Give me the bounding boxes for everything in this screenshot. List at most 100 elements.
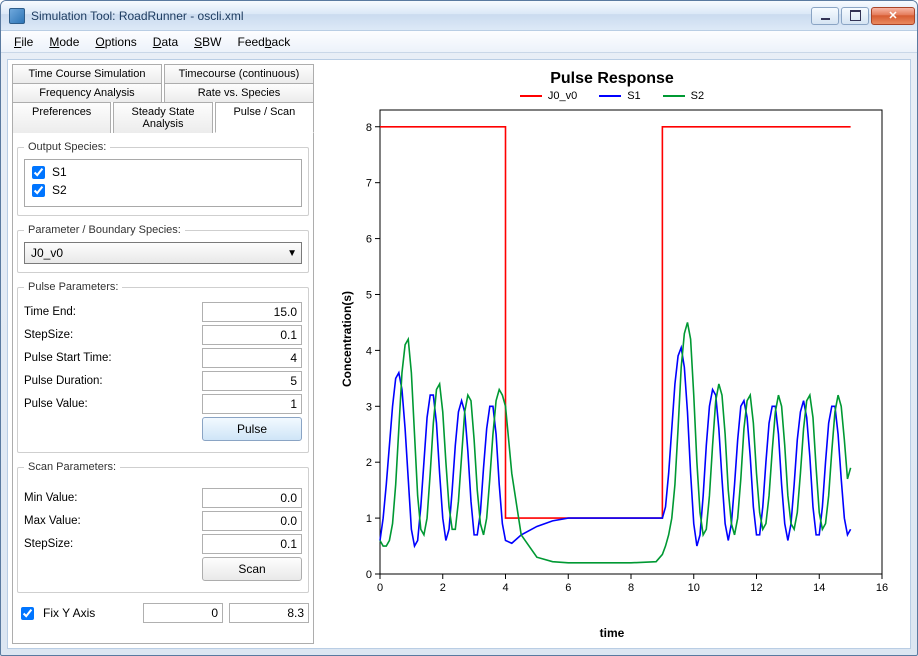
legend-item: S1 xyxy=(599,90,640,102)
minimize-button[interactable] xyxy=(811,7,839,25)
pulse-scan-panel: Output Species: S1 S2 Parameter / Bound xyxy=(12,133,314,644)
tab-row-3: Preferences Steady State Analysis Pulse … xyxy=(12,102,314,133)
fix-y-axis-row: Fix Y Axis xyxy=(17,603,309,623)
species-s1-label: S1 xyxy=(52,165,67,179)
fix-y-max-input[interactable] xyxy=(229,603,309,623)
x-axis-label: time xyxy=(320,626,904,640)
menu-data[interactable]: Data xyxy=(146,33,185,51)
scan-button[interactable]: Scan xyxy=(202,557,302,581)
species-s2-checkbox[interactable] xyxy=(32,184,45,197)
legend-label: J0_v0 xyxy=(548,90,577,102)
output-species-group: Output Species: S1 S2 xyxy=(17,141,309,216)
scan-step-input[interactable] xyxy=(202,534,302,554)
scan-params-legend: Scan Parameters: xyxy=(24,461,120,473)
param-boundary-value: J0_v0 xyxy=(31,246,63,260)
menu-file[interactable]: File xyxy=(7,33,40,51)
svg-text:6: 6 xyxy=(366,234,372,246)
plot-area: 0246810121416012345678 Concentration(s) xyxy=(332,104,892,624)
stepsize-label: StepSize: xyxy=(24,329,73,341)
chart-title: Pulse Response xyxy=(320,70,904,88)
svg-text:8: 8 xyxy=(366,122,372,134)
pulse-value-label: Pulse Value: xyxy=(24,398,88,410)
svg-text:0: 0 xyxy=(377,582,383,594)
min-value-label: Min Value: xyxy=(24,492,77,504)
species-s1-row[interactable]: S1 xyxy=(28,163,298,181)
fix-y-checkbox[interactable] xyxy=(21,607,34,620)
max-value-label: Max Value: xyxy=(24,515,81,527)
scan-button-label: Scan xyxy=(238,562,265,576)
app-window: Simulation Tool: RoadRunner - oscli.xml … xyxy=(0,0,918,656)
menu-feedback[interactable]: Feedback xyxy=(230,33,297,51)
tab-row-1: Time Course Simulation Timecourse (conti… xyxy=(12,64,314,83)
pulse-params-group: Pulse Parameters: Time End: StepSize: Pu… xyxy=(17,281,309,453)
legend-item: S2 xyxy=(663,90,704,102)
stepsize-input[interactable] xyxy=(202,325,302,345)
svg-text:7: 7 xyxy=(366,178,372,190)
menu-sbw[interactable]: SBW xyxy=(187,33,228,51)
species-s2-row[interactable]: S2 xyxy=(28,181,298,199)
scan-step-label: StepSize: xyxy=(24,538,73,550)
svg-text:6: 6 xyxy=(565,582,571,594)
pulse-duration-input[interactable] xyxy=(202,371,302,391)
species-s1-checkbox[interactable] xyxy=(32,166,45,179)
species-s2-label: S2 xyxy=(52,183,67,197)
svg-text:3: 3 xyxy=(366,401,372,413)
legend-label: S1 xyxy=(627,90,640,102)
output-species-list[interactable]: S1 S2 xyxy=(24,159,302,207)
pulse-button[interactable]: Pulse xyxy=(202,417,302,441)
svg-text:10: 10 xyxy=(688,582,700,594)
tab-steady-state[interactable]: Steady State Analysis xyxy=(113,102,212,133)
time-end-input[interactable] xyxy=(202,302,302,322)
svg-text:4: 4 xyxy=(502,582,508,594)
min-value-input[interactable] xyxy=(202,488,302,508)
svg-text:2: 2 xyxy=(440,582,446,594)
legend-swatch xyxy=(663,95,685,97)
max-value-input[interactable] xyxy=(202,511,302,531)
app-icon xyxy=(9,8,25,24)
svg-text:2: 2 xyxy=(366,457,372,469)
tab-pulse-scan[interactable]: Pulse / Scan xyxy=(215,102,314,133)
tab-timecourse-cont[interactable]: Timecourse (continuous) xyxy=(164,64,314,83)
maximize-button[interactable] xyxy=(841,7,869,25)
legend-swatch xyxy=(599,95,621,97)
svg-text:16: 16 xyxy=(876,582,888,594)
client-area: Time Course Simulation Timecourse (conti… xyxy=(7,59,911,649)
pulse-params-legend: Pulse Parameters: xyxy=(24,281,122,293)
time-end-label: Time End: xyxy=(24,306,76,318)
pulse-duration-label: Pulse Duration: xyxy=(24,375,103,387)
tab-preferences[interactable]: Preferences xyxy=(12,102,111,133)
legend-item: J0_v0 xyxy=(520,90,577,102)
pulse-button-label: Pulse xyxy=(237,422,267,436)
close-button[interactable] xyxy=(871,7,915,25)
tab-time-course[interactable]: Time Course Simulation xyxy=(12,64,162,83)
chart-panel: Pulse Response J0_v0S1S2 024681012141601… xyxy=(318,60,910,648)
menu-options[interactable]: Options xyxy=(88,33,143,51)
pulse-start-label: Pulse Start Time: xyxy=(24,352,112,364)
scan-params-group: Scan Parameters: Min Value: Max Value: S… xyxy=(17,461,309,593)
param-boundary-legend: Parameter / Boundary Species: xyxy=(24,224,185,236)
tab-frequency[interactable]: Frequency Analysis xyxy=(12,83,162,102)
pulse-value-input[interactable] xyxy=(202,394,302,414)
param-boundary-combo[interactable]: J0_v0 ▼ xyxy=(24,242,302,264)
svg-text:1: 1 xyxy=(366,513,372,525)
tab-row-2: Frequency Analysis Rate vs. Species xyxy=(12,83,314,102)
svg-text:5: 5 xyxy=(366,289,372,301)
svg-text:14: 14 xyxy=(813,582,825,594)
param-boundary-group: Parameter / Boundary Species: J0_v0 ▼ xyxy=(17,224,309,273)
svg-text:0: 0 xyxy=(366,569,372,581)
y-axis-label: Concentration(s) xyxy=(340,291,354,387)
output-species-legend: Output Species: xyxy=(24,141,110,153)
menu-mode[interactable]: Mode xyxy=(42,33,86,51)
chart-legend: J0_v0 S1 S2 xyxy=(320,90,904,102)
chevron-down-icon: ▼ xyxy=(287,248,297,259)
legend-label: S2 xyxy=(691,90,704,102)
window-title: Simulation Tool: RoadRunner - oscli.xml xyxy=(31,9,811,23)
left-panel: Time Course Simulation Timecourse (conti… xyxy=(8,60,318,648)
legend-swatch xyxy=(520,95,542,97)
svg-text:12: 12 xyxy=(750,582,762,594)
tab-rate-vs-species[interactable]: Rate vs. Species xyxy=(164,83,314,102)
pulse-start-input[interactable] xyxy=(202,348,302,368)
chart-svg: 0246810121416012345678 xyxy=(332,104,892,604)
fix-y-min-input[interactable] xyxy=(143,603,223,623)
menubar: File Mode Options Data SBW Feedback xyxy=(1,31,917,53)
